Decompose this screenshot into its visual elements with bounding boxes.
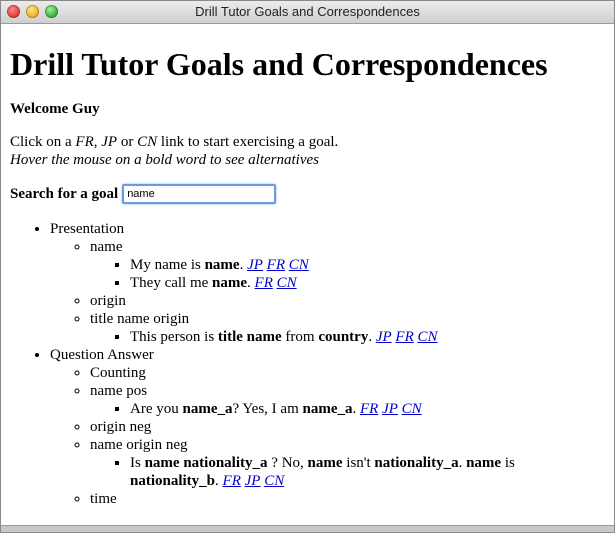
sentence-item: This person is title name from country. … bbox=[130, 328, 604, 346]
instr-text: Click on a bbox=[10, 134, 76, 150]
sentence-list: My name is name. JP FR CN They call me n… bbox=[90, 256, 604, 292]
search-label: Search for a goal bbox=[10, 186, 119, 202]
goal-label: origin bbox=[90, 293, 126, 309]
goal-label: title name origin bbox=[90, 311, 190, 327]
fr-link[interactable]: FR bbox=[255, 275, 273, 291]
sentence-list: Is name nationality_a ? No, name isn't n… bbox=[90, 454, 604, 490]
sentence-item: Is name nationality_a ? No, name isn't n… bbox=[130, 454, 604, 490]
sentence-text: ? No, bbox=[267, 455, 308, 471]
sentence-text: . bbox=[352, 401, 360, 417]
bold-word[interactable]: name bbox=[205, 257, 240, 273]
fr-link[interactable]: FR bbox=[267, 257, 285, 273]
goal-item: title name origin This person is title n… bbox=[90, 310, 604, 346]
goal-item: Counting bbox=[90, 364, 604, 382]
goal-item: time bbox=[90, 490, 604, 508]
bold-word[interactable]: name_a bbox=[303, 401, 353, 417]
fr-link[interactable]: FR bbox=[395, 329, 413, 345]
goal-label: origin neg bbox=[90, 419, 152, 435]
goal-item: origin neg bbox=[90, 418, 604, 436]
search-row: Search for a goal bbox=[10, 184, 604, 204]
goal-label: name bbox=[90, 239, 123, 255]
goal-label: name origin neg bbox=[90, 437, 188, 453]
instr-jp: JP bbox=[101, 134, 118, 150]
bold-word[interactable]: name bbox=[466, 455, 501, 471]
sentence-list: Are you name_a? Yes, I am name_a. FR JP … bbox=[90, 400, 604, 418]
goal-item: name origin neg Is name nationality_a ? … bbox=[90, 436, 604, 490]
hover-hint: Hover the mouse on a bold word to see al… bbox=[10, 152, 319, 168]
goal-tree: Presentation name My name is name. JP FR… bbox=[10, 220, 604, 508]
goal-item: name pos Are you name_a? Yes, I am name_… bbox=[90, 382, 604, 418]
goal-label: time bbox=[90, 491, 117, 507]
bold-word[interactable]: nationality_b bbox=[130, 473, 215, 489]
sentence-item: Are you name_a? Yes, I am name_a. FR JP … bbox=[130, 400, 604, 418]
instr-text: link to start exercising a goal. bbox=[157, 134, 339, 150]
fr-link[interactable]: FR bbox=[360, 401, 378, 417]
bold-word[interactable]: name bbox=[212, 275, 247, 291]
goal-item: origin bbox=[90, 292, 604, 310]
goal-label: name pos bbox=[90, 383, 148, 399]
sentence-text: Is bbox=[130, 455, 145, 471]
bold-word[interactable]: name nationality_a bbox=[145, 455, 268, 471]
welcome-text: Welcome Guy bbox=[10, 101, 100, 117]
fr-link[interactable]: FR bbox=[223, 473, 241, 489]
instructions: Click on a FR, JP or CN link to start ex… bbox=[10, 133, 604, 169]
bold-word[interactable]: name bbox=[308, 455, 343, 471]
window-title: Drill Tutor Goals and Correspondences bbox=[195, 4, 420, 19]
instr-fr: FR bbox=[75, 134, 94, 150]
goal-category: Question Answer Counting name pos Are yo… bbox=[50, 346, 604, 508]
cn-link[interactable]: CN bbox=[277, 275, 297, 291]
cn-link[interactable]: CN bbox=[289, 257, 309, 273]
sentence-text: . bbox=[215, 473, 223, 489]
sentence-text: isn't bbox=[342, 455, 375, 471]
sentence-item: They call me name. FR CN bbox=[130, 274, 604, 292]
sentence-list: This person is title name from country. … bbox=[90, 328, 604, 346]
jp-link[interactable]: JP bbox=[245, 473, 261, 489]
browser-window: Drill Tutor Goals and Correspondences Dr… bbox=[0, 0, 615, 533]
sentence-text: . bbox=[239, 257, 248, 273]
instr-cn: CN bbox=[137, 134, 158, 150]
sentence-text: . bbox=[368, 329, 376, 345]
bold-word[interactable]: title name bbox=[218, 329, 282, 345]
jp-link[interactable]: JP bbox=[247, 257, 263, 273]
sentence-text: My name is bbox=[130, 257, 205, 273]
goal-list: name My name is name. JP FR CN They call… bbox=[50, 238, 604, 346]
goal-label: Counting bbox=[90, 365, 146, 381]
goal-list: Counting name pos Are you name_a? Yes, I… bbox=[50, 364, 604, 508]
goal-item: name My name is name. JP FR CN They call… bbox=[90, 238, 604, 292]
bold-word[interactable]: name_a bbox=[183, 401, 233, 417]
sentence-text: is bbox=[501, 455, 515, 471]
page-title: Drill Tutor Goals and Correspondences bbox=[10, 46, 548, 82]
category-label-presentation: Presentation bbox=[50, 221, 125, 237]
cn-link[interactable]: CN bbox=[264, 473, 284, 489]
sentence-text: They call me bbox=[130, 275, 213, 291]
search-input[interactable] bbox=[122, 184, 277, 204]
jp-link[interactable]: JP bbox=[382, 401, 398, 417]
category-label-question-answer: Question Answer bbox=[50, 347, 154, 363]
jp-link[interactable]: JP bbox=[376, 329, 392, 345]
sentence-item: My name is name. JP FR CN bbox=[130, 256, 604, 274]
sentence-text: Are you bbox=[130, 401, 183, 417]
instr-text: or bbox=[117, 134, 138, 150]
cn-link[interactable]: CN bbox=[402, 401, 422, 417]
sentence-text: from bbox=[281, 329, 319, 345]
sentence-text: . bbox=[247, 275, 255, 291]
window-bottom-bar bbox=[1, 525, 614, 532]
sentence-text: . bbox=[458, 455, 467, 471]
page-content: Drill Tutor Goals and Correspondences We… bbox=[1, 46, 614, 508]
sentence-text: This person is bbox=[130, 329, 218, 345]
title-bar: Drill Tutor Goals and Correspondences bbox=[1, 1, 614, 24]
sentence-text: ? Yes, I am bbox=[232, 401, 303, 417]
goal-category: Presentation name My name is name. JP FR… bbox=[50, 220, 604, 346]
bold-word[interactable]: nationality_a bbox=[374, 455, 458, 471]
bold-word[interactable]: country bbox=[318, 329, 368, 345]
cn-link[interactable]: CN bbox=[417, 329, 437, 345]
